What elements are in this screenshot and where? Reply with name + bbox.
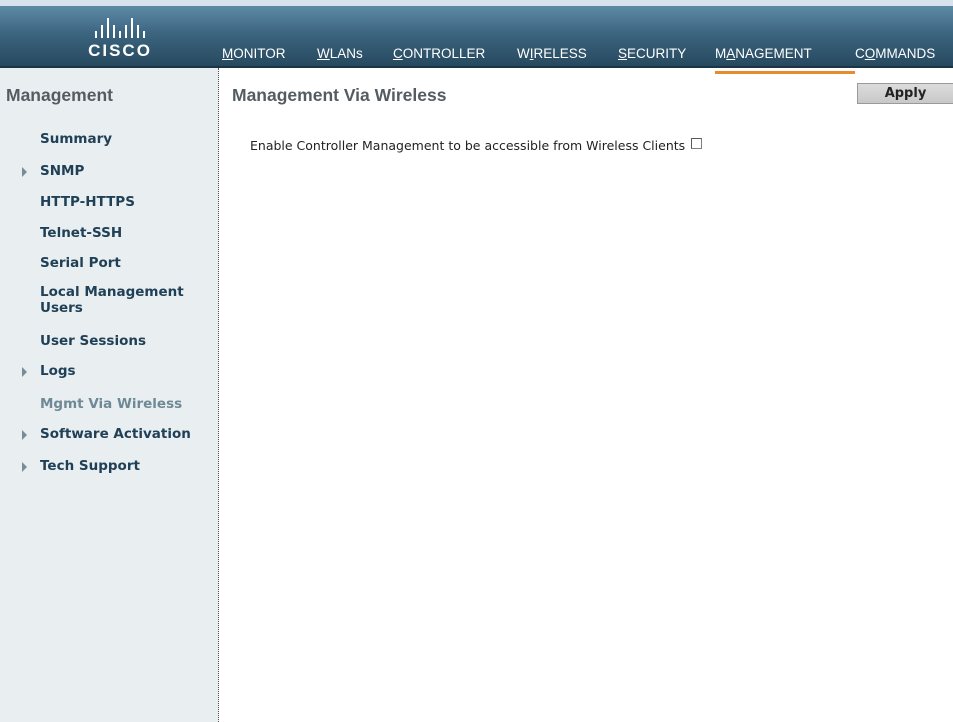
sidebar-item-software-activation[interactable]: Software Activation [22, 426, 191, 442]
app-window: CISCO MONITOR WLANs CONTROLLER WIRELESS … [0, 0, 953, 722]
sidebar-item-telnet-ssh[interactable]: Telnet-SSH [22, 225, 122, 241]
expand-arrow-icon [22, 367, 27, 377]
expand-arrow-icon [22, 167, 27, 177]
sidebar-item-http-https[interactable]: HTTP-HTTPS [22, 194, 135, 210]
sidebar-item-tech-support[interactable]: Tech Support [22, 458, 140, 474]
sidebar-title: Management [6, 85, 113, 105]
cisco-bars-icon [70, 16, 170, 38]
mgmt-via-wireless-label: Enable Controller Management to be acces… [250, 138, 686, 153]
mgmt-via-wireless-option: Enable Controller Management to be acces… [250, 138, 703, 153]
mgmt-via-wireless-checkbox[interactable] [691, 138, 703, 149]
apply-button[interactable]: Apply [857, 83, 953, 104]
sidebar-item-mgmt-via-wireless[interactable]: Mgmt Via Wireless [22, 396, 182, 412]
sidebar-item-logs[interactable]: Logs [22, 363, 76, 379]
cisco-logo: CISCO [70, 16, 170, 64]
page-title: Management Via Wireless [232, 85, 447, 105]
sidebar-item-summary[interactable]: Summary [22, 131, 112, 147]
expand-arrow-icon [22, 430, 27, 440]
sidebar: Management Summary SNMP HTTP-HTTPS Telne… [0, 68, 219, 722]
cisco-logo-text: CISCO [88, 41, 152, 60]
sidebar-item-local-management-users[interactable]: Local Management Users [22, 284, 207, 316]
expand-arrow-icon [22, 462, 27, 472]
sidebar-item-user-sessions[interactable]: User Sessions [22, 333, 146, 349]
sidebar-item-serial-port[interactable]: Serial Port [22, 255, 121, 271]
top-bar: CISCO MONITOR WLANs CONTROLLER WIRELESS … [0, 0, 953, 74]
sidebar-item-snmp[interactable]: SNMP [22, 163, 84, 179]
